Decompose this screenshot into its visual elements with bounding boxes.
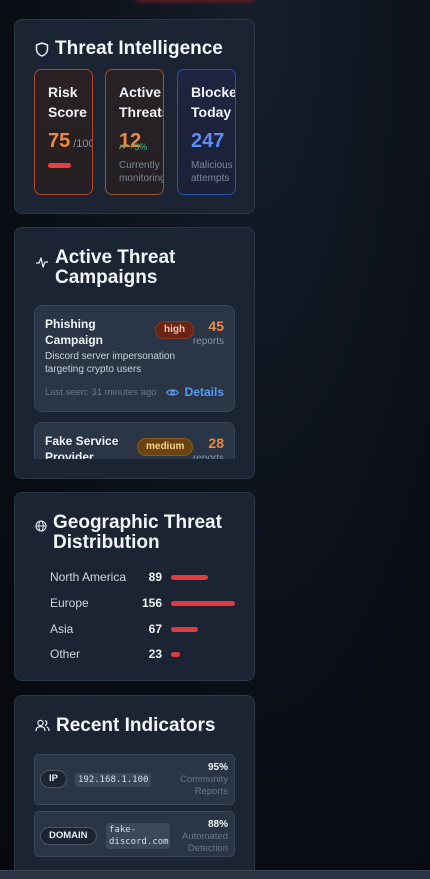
indicator-value: 192.168.1.100 xyxy=(75,773,152,787)
geo-row: Asia 67 xyxy=(50,622,250,638)
geo-region-count: 89 xyxy=(148,570,162,584)
details-button[interactable]: Details xyxy=(165,385,224,399)
geo-region-count: 67 xyxy=(148,622,162,636)
indicator-confidence: 88% xyxy=(207,819,228,830)
indicator-type-badge: DOMAIN xyxy=(40,827,97,845)
geo-region-bar xyxy=(171,601,235,606)
trend-up-icon xyxy=(119,144,128,150)
indicator-meta: 95% Community Reports xyxy=(168,761,228,798)
recent-indicators-title-text: Recent Indicators xyxy=(56,715,216,736)
geographic-distribution-title: Geographic Threat Distribution xyxy=(35,513,245,553)
severity-badge: medium xyxy=(137,438,194,456)
geo-region-bar xyxy=(171,652,180,657)
campaign-report-count: 45 reports xyxy=(193,318,224,348)
indicator-card-ip[interactable]: IP 192.168.1.100 95% Community Reports xyxy=(34,754,235,805)
campaign-description: Discord server impersonation targeting c… xyxy=(45,351,176,375)
threat-intelligence-title: Threat Intelligence xyxy=(35,39,223,59)
active-threats-label: Active Threats xyxy=(119,84,163,120)
geo-row: North America 89 xyxy=(50,570,250,586)
recent-indicators-title: Recent Indicators xyxy=(35,716,215,736)
risk-score-value: 75 xyxy=(48,130,71,152)
geo-region-count: 23 xyxy=(148,647,162,661)
risk-score-max: /100 xyxy=(73,138,93,150)
active-threats-sub: Currently monitoring xyxy=(119,160,164,184)
geographic-distribution-title-text: Geographic Threat Distribution xyxy=(53,512,222,553)
geo-row: Europe 156 xyxy=(50,596,250,612)
geo-region-name: Asia xyxy=(50,622,74,636)
blocked-today-card[interactable]: Blocked Today 247 Malicious attempts xyxy=(177,69,236,195)
campaign-count-label: reports xyxy=(192,336,224,347)
blocked-today-sub: Malicious attempts xyxy=(191,160,233,184)
severity-badge: high xyxy=(155,321,195,339)
active-threats-trend: +3% xyxy=(119,135,147,159)
eye-icon xyxy=(165,388,179,396)
geo-region-name: North America xyxy=(50,570,127,584)
campaign-report-count: 28 reports xyxy=(193,435,224,459)
geo-region-name: Other xyxy=(50,647,81,661)
top-glow-decoration xyxy=(135,0,255,2)
threat-intelligence-panel: Threat Intelligence Risk Score 75/100 Ac… xyxy=(14,19,255,214)
geographic-distribution-panel: Geographic Threat Distribution North Ame… xyxy=(14,492,255,681)
campaign-card-fake-service[interactable]: Fake Service Provider medium 28 reports xyxy=(34,422,235,459)
campaign-list[interactable]: Phishing Campaign high 45 reports Discor… xyxy=(34,305,235,459)
geo-row: Other 23 xyxy=(50,647,250,663)
campaign-card-phishing[interactable]: Phishing Campaign high 45 reports Discor… xyxy=(34,305,235,412)
indicator-meta: 88% Automated Detection xyxy=(168,818,228,855)
blocked-today-label: Blocked Today xyxy=(191,84,235,120)
threat-campaigns-title-text: Active Threat Campaigns xyxy=(55,247,176,288)
risk-score-card[interactable]: Risk Score 75/100 xyxy=(34,69,93,195)
campaign-count-label: reports xyxy=(192,453,224,459)
risk-score-bar xyxy=(48,163,71,168)
indicator-confidence: 95% xyxy=(207,762,228,773)
active-threats-value-row: 12 +3% xyxy=(119,129,163,153)
threat-intelligence-title-text: Threat Intelligence xyxy=(55,38,223,59)
campaign-name: Fake Service Provider xyxy=(45,434,119,459)
indicator-source: Automated Detection xyxy=(182,831,228,854)
horizontal-scrollbar[interactable] xyxy=(0,870,430,879)
globe-icon xyxy=(35,520,47,532)
indicator-value: fake-discord.com xyxy=(106,823,170,849)
risk-score-label: Risk Score xyxy=(48,84,87,120)
geo-region-bar xyxy=(171,575,208,580)
campaign-count-value: 28 xyxy=(208,435,224,451)
active-threats-trend-text: +3% xyxy=(129,142,148,152)
campaign-name: Phishing Campaign xyxy=(45,317,104,347)
active-threats-card[interactable]: Active Threats 12 +3% Currently monitori… xyxy=(105,69,164,195)
campaign-last-seen: Last seen: 31 minutes ago xyxy=(45,386,157,398)
details-button-label: Details xyxy=(184,385,224,399)
blocked-today-value: 247 xyxy=(191,130,225,152)
threat-campaigns-panel: Active Threat Campaigns Phishing Campaig… xyxy=(14,227,255,479)
indicator-type-badge: IP xyxy=(40,770,67,788)
shield-icon xyxy=(35,42,49,57)
risk-score-value-row: 75/100 xyxy=(48,129,92,156)
indicator-card-domain[interactable]: DOMAIN fake-discord.com 88% Automated De… xyxy=(34,811,235,857)
indicator-source: Community Reports xyxy=(179,774,228,797)
threat-campaigns-title: Active Threat Campaigns xyxy=(35,248,235,288)
campaign-count-value: 45 xyxy=(208,318,224,334)
users-icon xyxy=(35,719,50,732)
activity-icon xyxy=(36,257,48,268)
geo-region-name: Europe xyxy=(50,596,89,610)
geo-region-count: 156 xyxy=(141,596,162,610)
recent-indicators-panel: Recent Indicators IP 192.168.1.100 95% C… xyxy=(14,695,255,879)
geo-region-bar xyxy=(171,627,198,632)
campaign-footer: Last seen: 31 minutes ago Details xyxy=(45,385,224,399)
